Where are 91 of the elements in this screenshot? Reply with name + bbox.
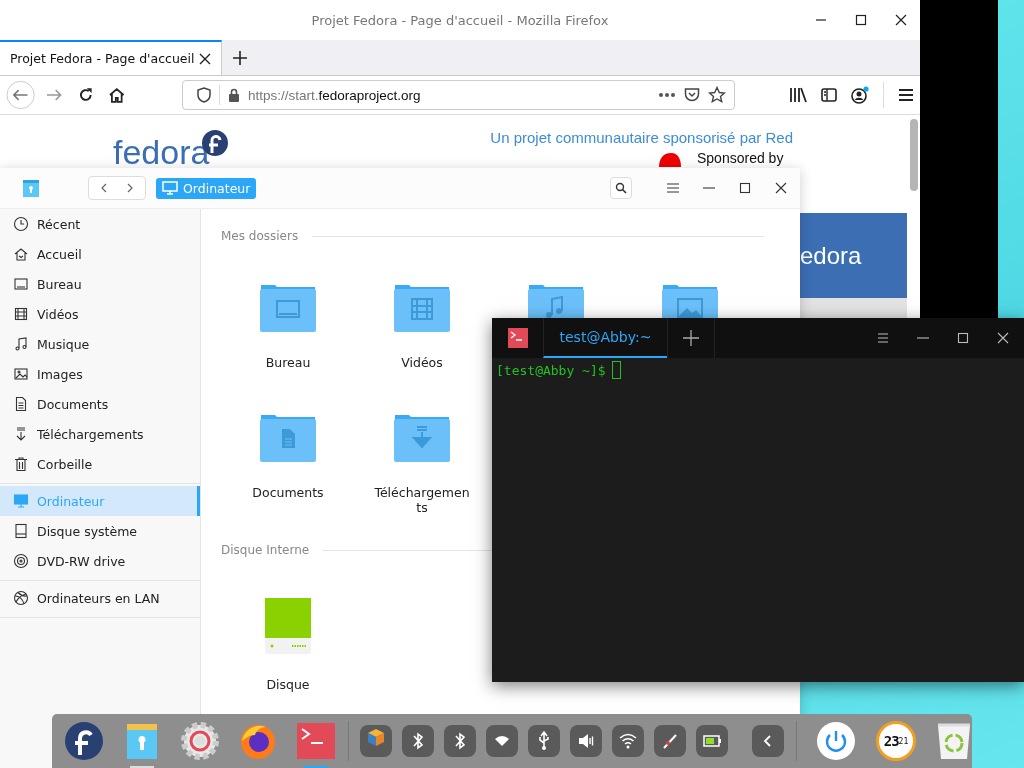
home-icon[interactable]: [108, 86, 126, 104]
clock-icon: [13, 216, 29, 232]
maximize-icon[interactable]: [956, 332, 970, 344]
close-icon[interactable]: [774, 182, 788, 194]
shield-icon[interactable]: [196, 87, 211, 103]
file-label: Bureau: [264, 355, 312, 370]
file-label: Vidéos: [400, 355, 444, 370]
sidebar-icon[interactable]: [821, 87, 837, 103]
pocket-icon[interactable]: [684, 87, 700, 103]
sidebar-item[interactable]: Musique: [0, 329, 200, 359]
volume-icon[interactable]: [570, 725, 602, 757]
sidebar-item[interactable]: Vidéos: [0, 299, 200, 329]
recycle-bin-icon[interactable]: [936, 721, 972, 761]
folder-icon[interactable]: [393, 413, 451, 463]
dvd-icon: [13, 553, 29, 569]
sponsor-text: Sponsored by: [697, 150, 784, 167]
maximize-icon[interactable]: [738, 182, 752, 194]
terminal-app-icon: [508, 328, 528, 348]
sidebar-item[interactable]: Bureau: [0, 269, 200, 299]
image-icon: [13, 366, 29, 382]
address-bar[interactable]: https://start.fedoraproject.org: [181, 80, 735, 110]
sidebar-item[interactable]: Images: [0, 359, 200, 389]
lock-icon: [227, 88, 240, 102]
folder-icon[interactable]: [259, 283, 317, 333]
new-tab-button[interactable]: [667, 318, 715, 358]
tagline-link[interactable]: Un projet communautaire sponsorisé par Red: [490, 129, 793, 146]
gear-icon[interactable]: [180, 721, 220, 761]
forward-icon[interactable]: [125, 183, 135, 193]
new-tab-icon[interactable]: [232, 49, 248, 66]
network-icon: [13, 590, 29, 606]
star-icon[interactable]: [708, 86, 726, 104]
search-icon: [615, 182, 627, 194]
chevron-icon[interactable]: [752, 725, 784, 757]
section-title: Mes dossiers: [221, 229, 299, 243]
menu-icon[interactable]: [898, 88, 914, 102]
bluetooth-icon[interactable]: [402, 725, 434, 757]
document-icon: [13, 396, 29, 412]
usb-icon[interactable]: [528, 725, 560, 757]
sidebar-item[interactable]: Accueil: [0, 239, 200, 269]
music-icon: [13, 336, 29, 352]
fedora-logo-text: fedora: [113, 135, 210, 169]
close-icon[interactable]: [199, 52, 211, 65]
folder-icon[interactable]: [661, 283, 719, 318]
sidebar-item[interactable]: Téléchargements: [0, 419, 200, 449]
sidebar-item[interactable]: Récent: [0, 209, 200, 239]
more-icon[interactable]: [658, 92, 676, 98]
sidebar-item[interactable]: Corbeille: [0, 449, 200, 479]
file-manager-icon[interactable]: [124, 721, 160, 761]
text-cursor: [611, 361, 621, 379]
folder-icon[interactable]: [393, 283, 451, 333]
wifi-icon[interactable]: [612, 725, 644, 757]
sidebar-item[interactable]: Disque système: [0, 516, 200, 546]
close-icon[interactable]: [894, 13, 908, 27]
terminal-icon[interactable]: [297, 723, 335, 759]
file-label: Disque: [265, 677, 311, 692]
section-title: Disque Interne: [221, 543, 310, 557]
maximize-icon[interactable]: [854, 13, 868, 27]
fedora-icon[interactable]: [64, 721, 104, 761]
network-icon[interactable]: [486, 725, 518, 757]
browser-tab[interactable]: Projet Fedora - Page d'accueil: [0, 40, 222, 75]
account-icon[interactable]: [851, 86, 869, 104]
folder-icon[interactable]: [259, 413, 317, 463]
url-text: https://start.fedoraproject.org: [247, 87, 422, 103]
back-icon[interactable]: [99, 183, 109, 193]
power-icon[interactable]: [816, 721, 856, 761]
bluetooth-icon[interactable]: [444, 725, 476, 757]
window-title: Projet Fedora - Page d'accueil - Mozilla Firefox: [311, 12, 609, 28]
video-icon: [13, 306, 29, 322]
folder-icon[interactable]: [527, 283, 585, 318]
scrollbar[interactable]: [910, 119, 918, 191]
file-label: Téléchargements: [373, 485, 471, 515]
battery-icon[interactable]: [696, 725, 728, 757]
search-button[interactable]: [610, 177, 632, 199]
desktop-icon: [13, 276, 29, 292]
computer-icon: [13, 493, 29, 509]
trash-icon: [13, 456, 29, 472]
package-icon[interactable]: [360, 725, 392, 757]
sidebar-item[interactable]: Ordinateurs en LAN: [0, 583, 200, 613]
pen-icon[interactable]: [654, 725, 686, 757]
shell-prompt: [test@Abby ~]$: [496, 362, 606, 378]
sidebar-item[interactable]: Documents: [0, 389, 200, 419]
monitor-icon: [162, 181, 178, 195]
back-icon[interactable]: [6, 80, 36, 110]
plus-icon: [682, 329, 700, 347]
sidebar-item[interactable]: DVD-RW drive: [0, 546, 200, 576]
home-icon: [13, 246, 29, 262]
banner-title: edora: [800, 241, 862, 270]
library-icon[interactable]: [789, 87, 807, 103]
close-icon[interactable]: [996, 332, 1010, 344]
file-label: Documents: [251, 485, 325, 500]
file-manager-icon: [20, 177, 42, 199]
